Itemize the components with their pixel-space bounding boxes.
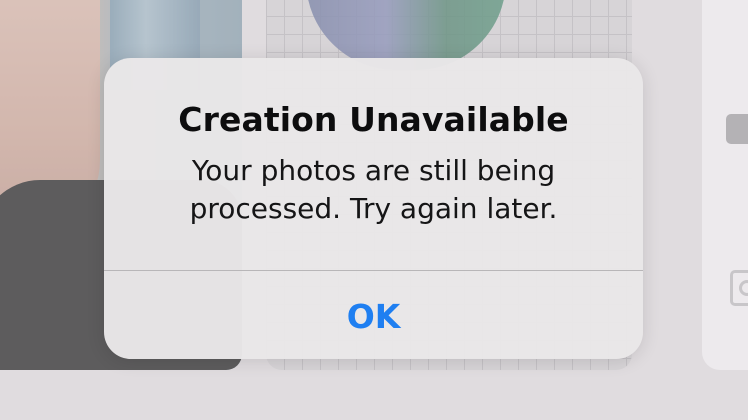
alert-title: Creation Unavailable	[178, 100, 569, 139]
alert-message: Your photos are still being processed. T…	[189, 154, 558, 225]
ok-button[interactable]: OK	[104, 271, 643, 359]
alert-dialog: Creation Unavailable Your photos are sti…	[104, 58, 643, 359]
